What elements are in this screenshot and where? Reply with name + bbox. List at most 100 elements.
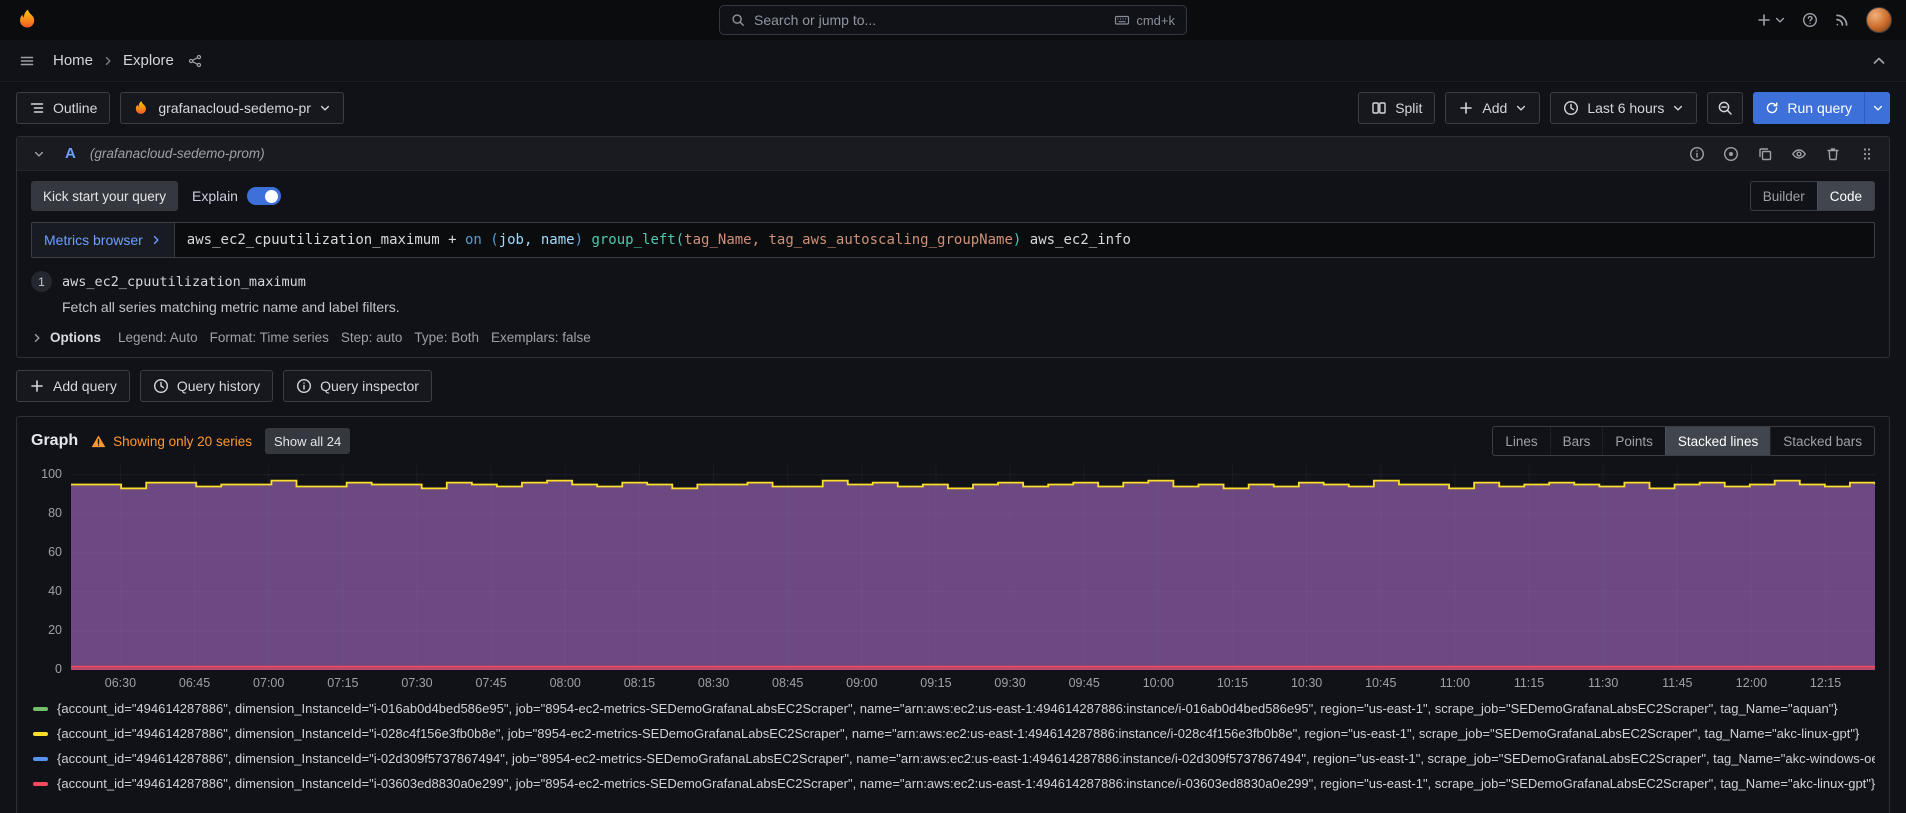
chart-plot[interactable]: [71, 465, 1875, 670]
query-history-button[interactable]: Query history: [140, 370, 273, 402]
legend-swatch[interactable]: [33, 782, 48, 786]
add-button-label: Add: [1482, 100, 1507, 116]
add-dropdown-button[interactable]: Add: [1445, 92, 1540, 124]
x-axis-label: 11:30: [1588, 676, 1618, 690]
legend-swatch[interactable]: [33, 757, 48, 761]
query-row-header: A (grafanacloud-sedemo-prom): [17, 137, 1889, 171]
datasource-picker[interactable]: grafanacloud-sedemo-pr: [120, 92, 344, 124]
query-history-label: Query history: [177, 378, 260, 394]
legend-swatch[interactable]: [33, 732, 48, 736]
toggle-visibility-button[interactable]: [1787, 142, 1811, 166]
options-label: Options: [50, 330, 101, 345]
mega-menu-toggle[interactable]: [15, 49, 39, 73]
query-ref-id[interactable]: A: [61, 145, 80, 162]
metrics-browser-label: Metrics browser: [44, 232, 143, 248]
top-nav-actions: [1756, 7, 1892, 33]
legend-label[interactable]: {account_id="494614287886", dimension_In…: [57, 776, 1875, 791]
grafana-logo[interactable]: [14, 6, 42, 34]
grafana-flame-icon: [16, 8, 40, 32]
x-axis-label: 07:15: [327, 676, 358, 690]
options-summary-item: Exemplars: false: [491, 330, 591, 345]
legend-label[interactable]: {account_id="494614287886", dimension_In…: [57, 751, 1875, 766]
question-circle-icon: [1802, 12, 1818, 28]
explain-description: Fetch all series matching metric name an…: [62, 299, 1875, 315]
viz-mode-bars[interactable]: Bars: [1550, 427, 1603, 455]
add-query-button[interactable]: Add query: [16, 370, 130, 402]
history-icon: [153, 378, 169, 394]
builder-mode-button[interactable]: Builder: [1751, 182, 1817, 210]
datasource-icon: [133, 100, 150, 117]
explain-line-number: 1: [31, 271, 52, 292]
y-axis-label: 60: [48, 545, 62, 559]
viz-mode-lines[interactable]: Lines: [1493, 427, 1549, 455]
legend-swatch[interactable]: [33, 707, 48, 711]
explain-label: Explain: [192, 188, 238, 204]
query-token: [1021, 232, 1029, 248]
kick-start-button[interactable]: Kick start your query: [31, 181, 178, 211]
options-summary-item: Step: auto: [341, 330, 403, 345]
legend-item[interactable]: {account_id="494614287886", dimension_In…: [33, 721, 1875, 746]
query-help-button[interactable]: [1685, 142, 1709, 166]
new-menu-button[interactable]: [1756, 12, 1786, 28]
x-axis-label: 11:15: [1514, 676, 1544, 690]
query-inspector-label: Query inspector: [320, 378, 419, 394]
chevron-down-icon: [1774, 14, 1786, 26]
x-axis-label: 11:00: [1440, 676, 1470, 690]
breadcrumb-home[interactable]: Home: [53, 52, 93, 69]
x-axis-label: 06:30: [105, 676, 136, 690]
x-axis-label: 08:15: [624, 676, 655, 690]
legend-item[interactable]: {account_id="494614287886", dimension_In…: [33, 746, 1875, 771]
remove-query-button[interactable]: [1821, 142, 1845, 166]
user-avatar[interactable]: [1866, 7, 1892, 33]
share-shortened-link-button[interactable]: [183, 49, 207, 73]
query-disable-button[interactable]: [1719, 142, 1743, 166]
news-button[interactable]: [1834, 12, 1850, 28]
collapse-query-button[interactable]: [27, 142, 51, 166]
metrics-browser-button[interactable]: Metrics browser: [31, 222, 174, 258]
explain-toggle[interactable]: [247, 187, 281, 205]
zoom-out-icon: [1717, 100, 1733, 116]
legend-item[interactable]: {account_id="494614287886", dimension_In…: [33, 771, 1875, 796]
breadcrumb-current[interactable]: Explore: [123, 52, 174, 69]
query-expression-input[interactable]: aws_ec2_cpuutilization_maximum + on (job…: [174, 222, 1875, 258]
y-axis-label: 40: [48, 584, 62, 598]
viz-mode-stacked-lines[interactable]: Stacked lines: [1665, 427, 1770, 455]
chevron-down-icon: [1515, 102, 1527, 114]
code-mode-button[interactable]: Code: [1817, 182, 1874, 210]
help-button[interactable]: [1802, 12, 1818, 28]
search-input[interactable]: Search or jump to... cmd+k: [719, 5, 1187, 35]
chevron-up-icon: [1871, 53, 1887, 69]
legend-item[interactable]: {account_id="494614287886", dimension_In…: [33, 696, 1875, 721]
y-axis-label: 100: [41, 467, 62, 481]
collapse-controls-button[interactable]: [1867, 49, 1891, 73]
chevron-down-icon: [33, 148, 45, 160]
x-axis-label: 09:15: [920, 676, 951, 690]
add-query-label: Add query: [53, 378, 117, 394]
query-datasource-hint: (grafanacloud-sedemo-prom): [90, 146, 265, 161]
duplicate-query-button[interactable]: [1753, 142, 1777, 166]
drag-handle[interactable]: [1855, 142, 1879, 166]
run-query-interval-caret[interactable]: [1864, 92, 1890, 124]
query-token: on: [465, 232, 482, 248]
query-actions-row: Add query Query history Query inspector: [0, 358, 1906, 414]
time-range-picker[interactable]: Last 6 hours: [1550, 92, 1697, 124]
x-axis-label: 07:00: [253, 676, 284, 690]
outline-button[interactable]: Outline: [16, 92, 110, 124]
query-options-toggle[interactable]: Options Legend: AutoFormat: Time seriesS…: [31, 330, 1875, 345]
show-all-series-button[interactable]: Show all 24: [265, 428, 350, 454]
legend-label[interactable]: {account_id="494614287886", dimension_In…: [57, 726, 1859, 741]
copy-icon: [1757, 146, 1773, 162]
zoom-out-button[interactable]: [1707, 92, 1743, 124]
split-button[interactable]: Split: [1358, 92, 1435, 124]
chevron-down-icon: [1672, 102, 1684, 114]
query-inspector-button[interactable]: Query inspector: [283, 370, 432, 402]
query-token: aws_ec2_cpuutilization_maximum: [187, 232, 440, 248]
run-query-button[interactable]: Run query: [1753, 92, 1864, 124]
legend-label[interactable]: {account_id="494614287886", dimension_In…: [57, 701, 1838, 716]
viz-mode-points[interactable]: Points: [1602, 427, 1665, 455]
explain-code: aws_ec2_cpuutilization_maximum: [62, 274, 306, 290]
query-token: ): [575, 232, 583, 248]
x-axis-label: 09:00: [846, 676, 877, 690]
viz-mode-stacked-bars[interactable]: Stacked bars: [1770, 427, 1874, 455]
time-range-label: Last 6 hours: [1587, 100, 1664, 116]
